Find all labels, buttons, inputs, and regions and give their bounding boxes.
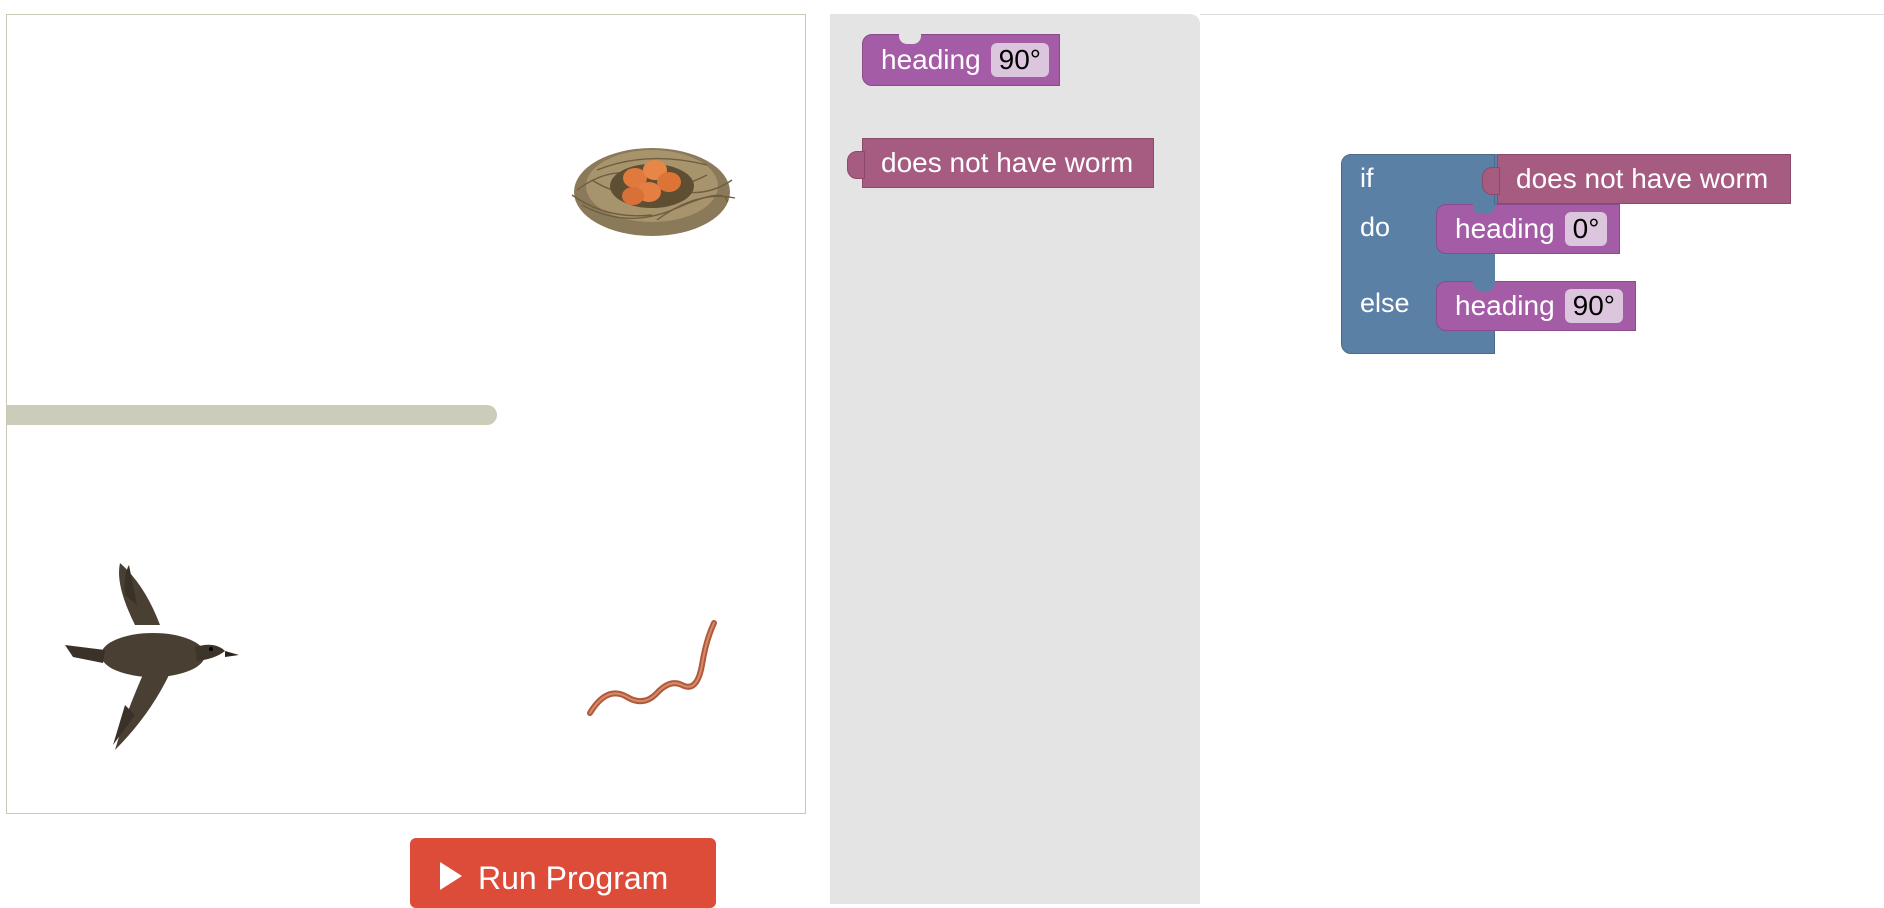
play-icon <box>440 862 462 890</box>
nest-icon <box>571 148 736 236</box>
if-else-block-divider <box>1430 254 1495 284</box>
block-connector <box>1482 167 1500 195</box>
worm-icon <box>587 620 717 716</box>
heading-angle-field[interactable]: 90° <box>990 43 1049 77</box>
heading-block-label: heading <box>1455 290 1555 321</box>
heading-angle-field[interactable]: 90° <box>1564 289 1623 323</box>
wall <box>7 405 497 425</box>
condition-block-label: does not have worm <box>881 147 1134 178</box>
run-program-button[interactable]: Run Program <box>410 838 716 908</box>
toolbox-heading-block[interactable]: heading 90° <box>862 34 1060 86</box>
workspace-border <box>1200 14 1884 15</box>
block-notch <box>899 34 921 44</box>
run-program-label: Run Program <box>478 860 669 896</box>
workspace-else-heading-block[interactable]: heading 90° <box>1436 281 1636 331</box>
else-keyword: else <box>1360 288 1410 318</box>
toolbox-condition-block[interactable]: does not have worm <box>847 138 1155 188</box>
do-keyword: do <box>1360 212 1391 242</box>
heading-block-label: heading <box>881 44 981 75</box>
game-canvas <box>6 14 806 814</box>
workspace-condition-block[interactable]: does not have worm <box>1482 154 1792 204</box>
block-connector <box>847 151 865 179</box>
workspace-do-heading-block[interactable]: heading 0° <box>1436 204 1621 254</box>
bird-icon <box>65 563 239 750</box>
heading-angle-field[interactable]: 0° <box>1564 212 1608 246</box>
heading-block-label: heading <box>1455 213 1555 244</box>
condition-block-label: does not have worm <box>1516 163 1769 194</box>
if-keyword: if <box>1360 163 1374 193</box>
